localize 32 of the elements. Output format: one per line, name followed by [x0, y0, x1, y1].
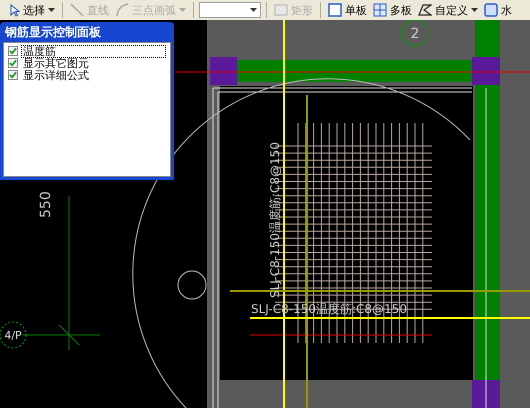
polygon-icon: [418, 3, 432, 17]
toolbar-button[interactable]: 自定义: [416, 1, 480, 19]
cursor-icon: [10, 4, 20, 16]
dimension-label: 550: [38, 191, 54, 218]
list-item[interactable]: 温度筋: [21, 44, 166, 58]
axis-label: 2: [410, 26, 420, 42]
toolbar-button[interactable]: 水: [482, 1, 514, 19]
small-circle: [178, 270, 206, 300]
toolbar-button[interactable]: 选择: [8, 1, 57, 19]
checkbox[interactable]: [8, 58, 18, 68]
caret-icon: [179, 8, 186, 12]
checkbox[interactable]: [8, 46, 18, 56]
panel-title: 钢筋显示控制面板: [4, 24, 102, 41]
list-item[interactable]: 显示详细公式: [21, 68, 91, 82]
list-item[interactable]: 显示其它图元: [21, 56, 91, 70]
rectangle-icon: [274, 4, 288, 16]
caret-icon: [471, 8, 478, 12]
line-icon: [70, 3, 84, 17]
checkbox[interactable]: [8, 70, 18, 80]
dropdown-field[interactable]: [199, 2, 261, 18]
axis-bubble: [0, 322, 26, 348]
toolbar-button[interactable]: 单板: [326, 1, 369, 19]
axis-label: 4/P: [4, 329, 22, 342]
axis-bubble: [402, 20, 428, 46]
grid-icon: [373, 3, 387, 17]
arc-icon: [115, 3, 129, 17]
slab-icon: [328, 3, 342, 17]
caret-icon: [250, 8, 257, 12]
toolbar-button[interactable]: 多板: [371, 1, 414, 19]
slab-icon: [484, 3, 498, 17]
rebar-label: SLJ-C8-150温度筋:C8@150: [268, 142, 282, 298]
caret-icon: [48, 8, 55, 12]
